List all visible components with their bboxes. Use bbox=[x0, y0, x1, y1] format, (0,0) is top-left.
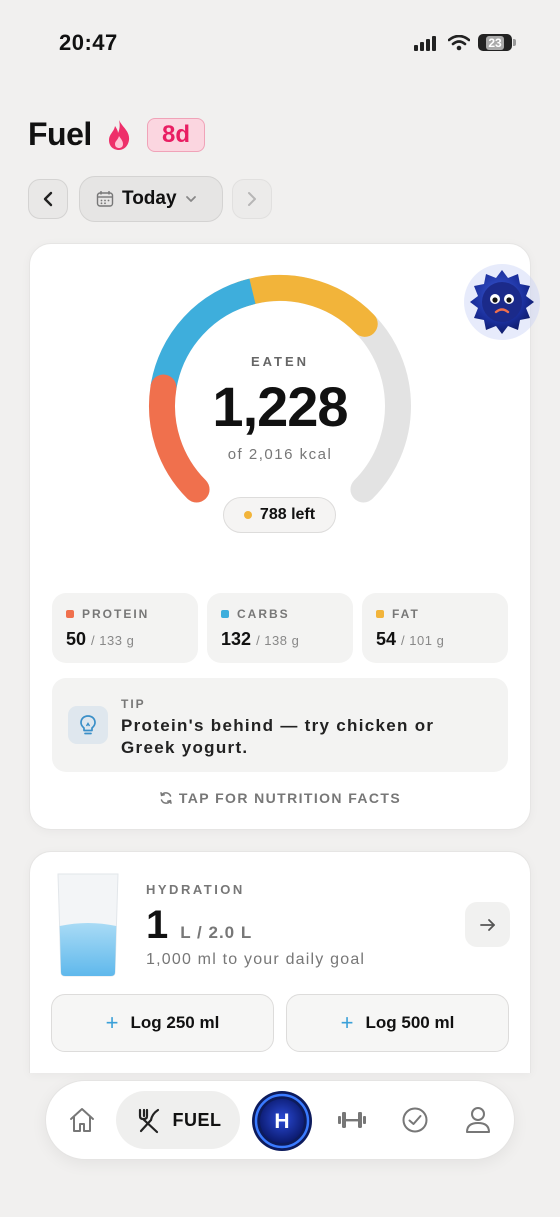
nutrition-facts-link[interactable]: TAP FOR NUTRITION FACTS bbox=[0, 790, 560, 806]
previous-day-button[interactable] bbox=[28, 179, 68, 219]
macro-card-protein[interactable]: PROTEIN 50 / 133 g bbox=[52, 593, 198, 663]
battery-level: 23 bbox=[486, 35, 504, 50]
calorie-goal-text: of 2,016 kcal bbox=[227, 446, 333, 463]
macro-target: / 101 g bbox=[401, 633, 445, 648]
tab-home[interactable] bbox=[65, 1103, 99, 1137]
tab-fuel-label: FUEL bbox=[172, 1109, 222, 1130]
fork-knife-icon bbox=[138, 1108, 159, 1134]
hydration-subtitle: 1,000 ml to your daily goal bbox=[146, 951, 366, 968]
water-glass-icon bbox=[57, 873, 119, 977]
date-label: Today bbox=[122, 188, 177, 209]
hydration-label: HYDRATION bbox=[146, 882, 245, 897]
log-500ml-button[interactable]: + Log 500 ml bbox=[286, 994, 509, 1052]
tab-tasks[interactable] bbox=[398, 1103, 432, 1137]
battery-icon: 23 bbox=[478, 34, 516, 51]
plus-icon: + bbox=[340, 1010, 354, 1035]
tab-workout[interactable] bbox=[335, 1103, 369, 1137]
calories-left-dot bbox=[243, 511, 252, 519]
nutrition-facts-label: TAP FOR NUTRITION FACTS bbox=[178, 790, 402, 806]
log-250ml-button[interactable]: + Log 250 ml bbox=[51, 994, 274, 1052]
log-500ml-label: Log 500 ml bbox=[365, 1013, 455, 1032]
calories-left-text: 788 left bbox=[259, 506, 316, 523]
dumbbell-icon bbox=[338, 1112, 366, 1128]
macro-name: PROTEIN bbox=[82, 607, 150, 621]
status-time: 20:47 bbox=[59, 30, 118, 55]
macro-value: 54 bbox=[376, 629, 397, 649]
macro-value: 50 bbox=[66, 629, 87, 649]
check-circle-icon bbox=[402, 1107, 428, 1133]
macro-card-fat[interactable]: FAT 54 / 101 g bbox=[362, 593, 508, 663]
flame-icon bbox=[109, 120, 130, 150]
macro-card-carbs[interactable]: CARBS 132 / 138 g bbox=[207, 593, 353, 663]
eaten-label: EATEN bbox=[250, 354, 310, 369]
tip-label: TIP bbox=[121, 697, 146, 711]
status-icons: 23 bbox=[414, 34, 516, 51]
hydration-amount: 1 L / 2.0 L bbox=[146, 903, 252, 948]
hydration-details-button[interactable] bbox=[465, 902, 510, 947]
eaten-value: 1,228 bbox=[212, 375, 348, 438]
profile-icon bbox=[466, 1107, 490, 1133]
gauge-fat-segment bbox=[228, 275, 378, 337]
wifi-icon bbox=[448, 34, 470, 50]
chevron-down-icon bbox=[185, 196, 196, 202]
lightbulb-icon bbox=[68, 706, 108, 744]
fat-color-dot bbox=[376, 610, 384, 618]
chevron-left-icon bbox=[43, 191, 53, 207]
tab-fuel[interactable]: FUEL bbox=[116, 1091, 240, 1149]
center-action-label: H bbox=[274, 1110, 289, 1133]
center-action-button[interactable]: H bbox=[251, 1090, 313, 1152]
next-day-button[interactable] bbox=[232, 179, 272, 219]
mascot-avatar-icon[interactable] bbox=[462, 262, 542, 342]
refresh-icon bbox=[160, 792, 172, 804]
macro-target: / 138 g bbox=[256, 633, 300, 648]
macro-name: FAT bbox=[392, 607, 420, 621]
streak-badge: 8d bbox=[147, 118, 205, 152]
page-title: Fuel bbox=[28, 116, 92, 152]
calories-left-badge: 788 left bbox=[223, 497, 336, 533]
plus-icon: + bbox=[105, 1010, 119, 1035]
tip-text: Protein's behind — try chicken or Greek … bbox=[121, 716, 435, 757]
chevron-right-icon bbox=[248, 192, 256, 206]
calendar-icon bbox=[96, 191, 114, 207]
tab-profile[interactable] bbox=[461, 1103, 495, 1137]
date-selector[interactable]: Today bbox=[79, 176, 223, 222]
hydration-value: 1 bbox=[146, 903, 169, 947]
protein-color-dot bbox=[66, 610, 74, 618]
macro-target: / 133 g bbox=[91, 633, 135, 648]
home-icon bbox=[70, 1108, 94, 1132]
cellular-signal-icon bbox=[414, 35, 436, 51]
hydration-unit: L / 2.0 L bbox=[180, 923, 253, 942]
log-250ml-label: Log 250 ml bbox=[130, 1013, 220, 1032]
arrow-right-icon bbox=[479, 918, 495, 931]
carbs-color-dot bbox=[221, 610, 229, 618]
macro-name: CARBS bbox=[237, 607, 290, 621]
macro-value: 132 bbox=[221, 629, 252, 649]
